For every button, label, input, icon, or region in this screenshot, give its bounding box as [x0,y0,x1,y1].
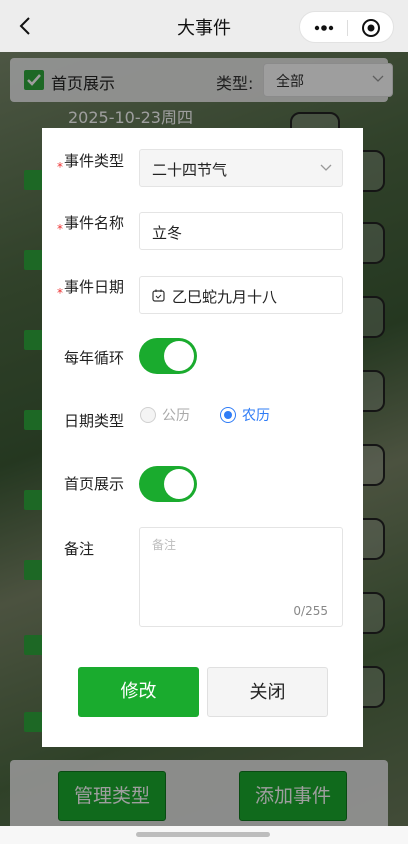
lunar-radio-label[interactable]: 农历 [242,405,270,425]
event-date-picker[interactable]: 乙巳蛇九月十八 [139,276,343,314]
home-show-dialog-label: 首页展示 [64,475,125,493]
required-mark: * [57,286,63,300]
note-label: 备注 [64,540,95,558]
required-mark: * [57,222,63,236]
event-type-select[interactable]: 二十四节气 [139,149,343,187]
more-icon[interactable] [310,17,338,39]
event-date-label: * 事件日期 [57,277,124,300]
yearly-label: 每年循环 [64,349,125,367]
close-miniprogram-icon[interactable] [356,17,386,39]
note-placeholder: 备注 [152,538,177,552]
event-name-input[interactable]: 立冬 [139,212,343,250]
calendar-icon [152,289,165,302]
home-show-toggle[interactable] [139,466,197,502]
solar-radio[interactable] [140,407,156,423]
edit-event-dialog: * 事件类型 二十四节气 * 事件名称 立冬 * 事件日期 乙巳蛇九月十八 每年循环 … [42,128,363,747]
lunar-radio[interactable] [220,407,236,423]
navbar: 大事件 [0,0,408,52]
chevron-down-icon [320,164,332,171]
required-mark: * [57,160,63,174]
solar-radio-label[interactable]: 公历 [162,405,190,425]
modify-button[interactable]: 修改 [78,667,199,717]
date-type-label: 日期类型 [64,412,125,430]
event-type-label: * 事件类型 [57,151,124,174]
event-type-value: 二十四节气 [152,161,228,179]
home-indicator [136,832,270,837]
event-name-value: 立冬 [152,224,183,242]
capsule-menu [299,11,394,43]
event-name-label: * 事件名称 [57,213,124,236]
yearly-toggle[interactable] [139,338,197,374]
close-button[interactable]: 关闭 [207,667,328,717]
note-textarea[interactable]: 备注 0/255 [139,527,343,627]
event-date-value: 乙巳蛇九月十八 [172,288,278,306]
note-counter: 0/255 [293,604,328,618]
